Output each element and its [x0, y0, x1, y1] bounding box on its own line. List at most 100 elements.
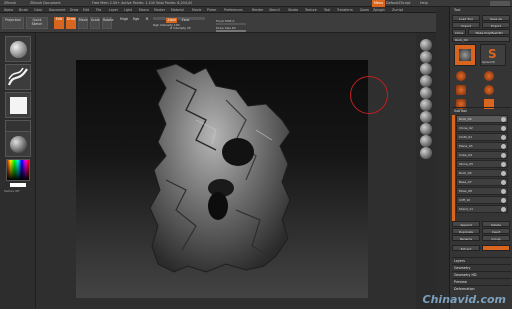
shelf-aahalf-button[interactable] [420, 87, 432, 99]
panel-gutter [436, 7, 449, 309]
draw-size-slider[interactable] [216, 30, 246, 32]
import-button[interactable]: Import [452, 22, 480, 28]
extract-accept-button[interactable] [482, 245, 510, 251]
shelf-move-button[interactable] [420, 111, 432, 123]
append-button[interactable]: Append [452, 221, 480, 227]
visibility-eye-icon[interactable] [501, 207, 506, 212]
subtool-name: Rock_09 [459, 117, 472, 121]
subtool-row[interactable]: Stone_05 [456, 160, 508, 168]
material-selector[interactable] [5, 131, 31, 157]
shelf-scale-button[interactable] [420, 123, 432, 135]
current-tool-slot[interactable]: Rock_09 [452, 36, 510, 42]
alpha-selector[interactable] [5, 92, 31, 118]
shelf-transp-button[interactable] [420, 147, 432, 159]
visibility-eye-icon[interactable] [501, 126, 506, 131]
move-button[interactable]: Move [78, 17, 88, 29]
visibility-eye-icon[interactable] [501, 135, 506, 140]
mrgb-button[interactable]: Mrgb [118, 17, 130, 29]
quick-sketch-button[interactable]: Quick Sketch [26, 17, 48, 29]
rotate-button[interactable]: Rotate [102, 17, 113, 29]
subtool-row[interactable]: Moss_08 [456, 187, 508, 195]
brush-selector[interactable] [5, 36, 31, 62]
preview-section-header[interactable]: Preview [452, 278, 511, 284]
zsub-button[interactable]: Zsub [180, 18, 191, 23]
rock-tool-thumbnail[interactable] [454, 44, 476, 66]
delete-button[interactable]: Delete [482, 221, 510, 227]
visibility-eye-icon[interactable] [501, 189, 506, 194]
subtool-row[interactable]: Rock_06 [456, 169, 508, 177]
subtool-row[interactable]: Clone_02 [456, 124, 508, 132]
title-bar: ZBrush ZBrush Document Free Mem 2.50+ Ac… [0, 0, 512, 7]
extract-label: Extract [460, 247, 472, 251]
visibility-eye-icon[interactable] [501, 171, 506, 176]
document-canvas[interactable] [76, 60, 368, 298]
visibility-eye-icon[interactable] [501, 162, 506, 167]
s-brush-icon: S [488, 47, 497, 61]
subtool-row[interactable]: Rock_09 [456, 115, 508, 123]
focal-shift-slider[interactable] [216, 23, 246, 25]
make-polymesh-button[interactable]: Make PolyMesh3D [468, 29, 510, 35]
shelf-zoom-button[interactable] [420, 63, 432, 75]
deformation-section-header[interactable]: Deformation [452, 285, 511, 291]
projection-master-button[interactable]: Projection [2, 17, 24, 29]
rgb-button[interactable]: Rgb [131, 17, 141, 29]
shelf-actual-button[interactable] [420, 75, 432, 87]
simple-brush-thumbnail[interactable]: S Sphere3D [480, 44, 506, 66]
visibility-eye-icon[interactable] [501, 144, 506, 149]
shelf-scroll-button[interactable] [420, 51, 432, 63]
tool-thumb-sphere-c[interactable] [484, 85, 494, 95]
duplicate-button[interactable]: Duplicate [452, 228, 480, 234]
visibility-eye-icon[interactable] [501, 117, 506, 122]
rock-model [149, 63, 291, 273]
tool-thumb-cube[interactable] [456, 85, 466, 95]
help-button[interactable]: Help [420, 0, 428, 7]
subtool-row[interactable]: Plane_03 [456, 142, 508, 150]
menu-button[interactable]: Menu [372, 0, 386, 7]
mrgb-label: Mrgb [119, 17, 129, 21]
subtool-row[interactable]: Cloth_01 [456, 133, 508, 141]
geometry-section-header[interactable]: Geometry [452, 264, 511, 270]
m-label: M [145, 17, 149, 21]
edit-button[interactable]: Edit [54, 17, 64, 29]
export-button[interactable]: Export [482, 22, 510, 28]
geometry-hd-section-header[interactable]: Geometry HD [452, 271, 511, 277]
deformation-label: Deformation [454, 287, 475, 291]
tool-thumb-sphere-a[interactable] [456, 71, 466, 81]
insert-button[interactable]: Insert [482, 228, 510, 234]
shelf-bpr-button[interactable] [420, 39, 432, 51]
tool-panel: Tool Load Tool Save As Import Export Clo… [449, 7, 512, 309]
clone-button[interactable]: Clone [452, 29, 466, 35]
subtool-row[interactable]: Cube_04 [456, 151, 508, 159]
rock-thumb-icon [459, 49, 471, 61]
subtool-name: Cliff_10 [459, 198, 471, 202]
main-color-swatch[interactable] [10, 183, 26, 187]
group-button[interactable]: Group [482, 235, 510, 241]
m-button[interactable]: M [143, 17, 151, 29]
default-script-button[interactable]: DefaultZScript [386, 0, 411, 7]
visibility-eye-icon[interactable] [501, 180, 506, 185]
visibility-eye-icon[interactable] [501, 153, 506, 158]
export-label: Export [491, 24, 501, 28]
layers-section-header[interactable]: Layers [452, 257, 511, 263]
subtool-row[interactable]: Base_07 [456, 178, 508, 186]
shelf-rotate-button[interactable] [420, 135, 432, 147]
right-shelf [416, 33, 436, 309]
tool-thumb-sphere-b[interactable] [484, 71, 494, 81]
stroke-selector[interactable] [5, 64, 31, 90]
subtool-row[interactable]: Cliff_10 [456, 196, 508, 204]
visibility-eye-icon[interactable] [501, 198, 506, 203]
load-tool-button[interactable]: Load Tool [452, 15, 480, 21]
subtool-scrollbar[interactable] [452, 115, 455, 223]
subtool-section-header[interactable]: SubTool [452, 107, 511, 113]
subtool-row[interactable]: Shard_11 [456, 205, 508, 213]
color-picker[interactable] [6, 159, 30, 181]
scale-button[interactable]: Scale [90, 17, 100, 29]
save-as-button[interactable]: Save As [482, 15, 510, 21]
window-controls[interactable] [490, 1, 510, 6]
zadd-button[interactable]: Zadd [166, 18, 177, 23]
rename-button[interactable]: Rename [452, 235, 480, 241]
draw-button[interactable]: Draw [66, 17, 76, 29]
shelf-frame-button[interactable] [420, 99, 432, 111]
extract-button[interactable]: Extract [452, 245, 480, 251]
rgb-intensity-slider[interactable] [153, 17, 205, 20]
